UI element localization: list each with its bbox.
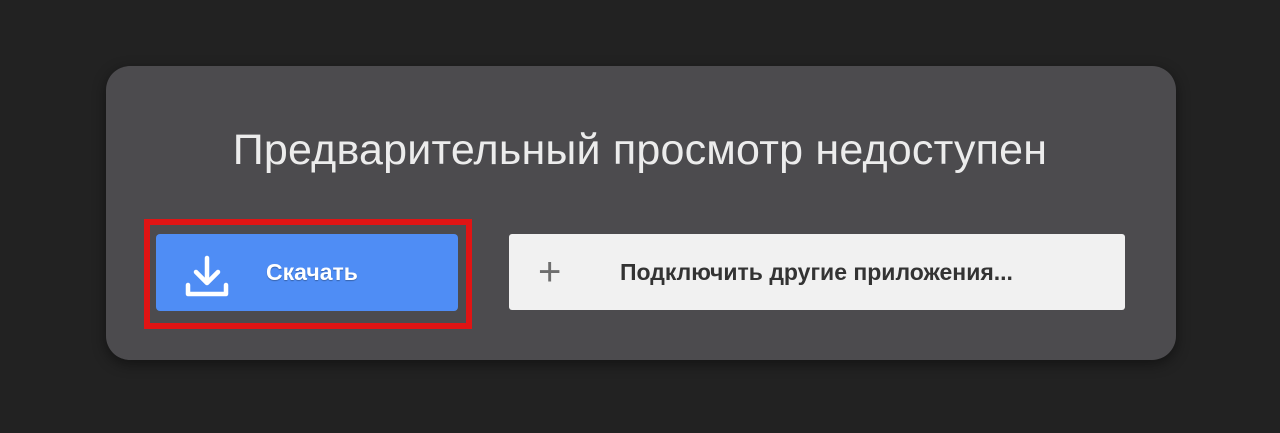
connect-other-apps-label: Подключить другие приложения... (620, 259, 1013, 285)
plus-icon: + (538, 250, 562, 294)
preview-unavailable-title: Предварительный просмотр недоступен (232, 126, 1048, 174)
preview-unavailable-card (106, 66, 1176, 360)
download-button-label: Скачать (266, 259, 358, 285)
download-icon (185, 255, 229, 297)
